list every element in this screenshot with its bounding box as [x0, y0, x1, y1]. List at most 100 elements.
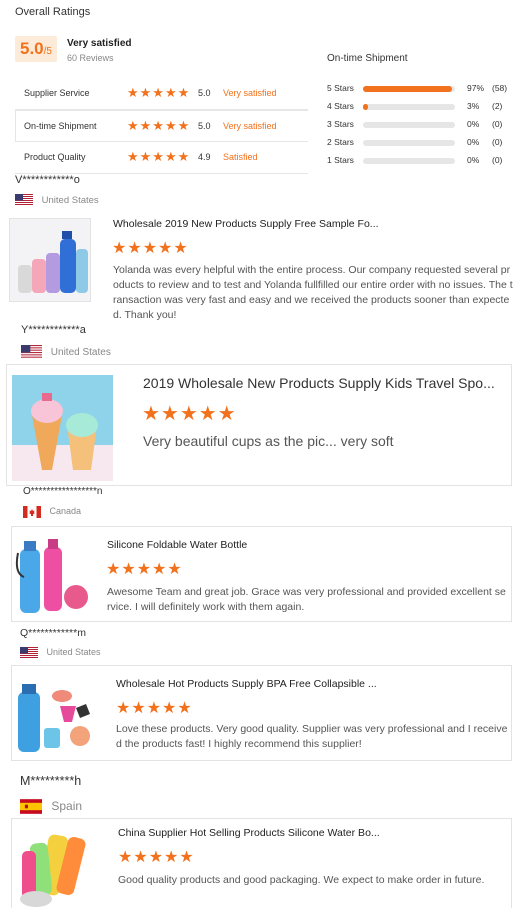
reviewer-country: United States	[15, 194, 99, 206]
shipment-bar	[363, 104, 455, 110]
rating-stars: ★★★★★	[127, 118, 191, 133]
shipment-bar	[363, 86, 455, 92]
shipment-breakdown: 5 Stars 97% (58) 4 Stars 3% (2) 3 Stars …	[327, 83, 517, 173]
rating-label: Satisfied	[223, 152, 258, 162]
shipment-row: 1 Stars 0% (0)	[327, 155, 517, 173]
product-title[interactable]: Wholesale Hot Products Supply BPA Free C…	[116, 678, 377, 690]
rating-row-supplier-service: Supplier Service ★★★★★ 5.0 Very satisfie…	[15, 78, 308, 110]
rating-name: On-time Shipment	[24, 121, 97, 131]
review-stars: ★★★★★	[118, 849, 195, 866]
rating-score: 5.0	[198, 121, 211, 131]
rating-table: Supplier Service ★★★★★ 5.0 Very satisfie…	[15, 78, 308, 174]
us-flag-icon	[20, 647, 38, 659]
product-thumbnail[interactable]	[14, 535, 90, 617]
shipment-row-pct: 0%	[467, 155, 480, 165]
score-badge: 5.0/5	[15, 36, 57, 62]
rating-stars: ★★★★★	[127, 149, 191, 164]
product-thumbnail[interactable]	[14, 829, 96, 908]
product-title[interactable]: Silicone Foldable Water Bottle	[107, 539, 247, 551]
reviewer-country: Spain	[20, 799, 83, 815]
reviewer-name: O*****************n	[23, 486, 103, 497]
shipment-bar	[363, 122, 455, 128]
shipment-bar	[363, 158, 455, 164]
review-text: Very beautiful cups as the pic... very s…	[143, 433, 394, 449]
bottle-image-icon	[10, 219, 90, 301]
reviewer-country: United States	[21, 345, 111, 359]
shipment-row-pct: 0%	[467, 137, 480, 147]
shipment-row: 4 Stars 3% (2)	[327, 101, 517, 119]
reviewer-name: M*********h	[20, 774, 82, 788]
shipment-row-pct: 3%	[467, 101, 480, 111]
shipment-bar	[363, 140, 455, 146]
shipment-row-count: (0)	[492, 137, 503, 147]
review-text: Love these products. Very good quality. …	[116, 723, 508, 750]
reviewer-country: Canada	[23, 506, 81, 518]
shipment-row-label: 1 Stars	[327, 155, 354, 165]
review-stars: ★★★★★	[116, 700, 193, 717]
product-thumbnail[interactable]	[9, 218, 91, 302]
rating-score: 5.0	[198, 88, 211, 98]
review-text: Awesome Team and great job. Grace was ve…	[107, 586, 506, 613]
review-card: Wholesale Hot Products Supply BPA Free C…	[11, 665, 512, 761]
shipment-row-count: (58)	[492, 83, 508, 93]
canada-flag-icon	[23, 506, 41, 518]
overall-ratings-heading: Overall Ratings	[15, 6, 91, 18]
shipment-row-count: (0)	[492, 155, 503, 165]
review-stars: ★★★★★	[106, 561, 183, 578]
review-text: Good quality products and good packaging…	[118, 874, 485, 886]
us-flag-icon	[15, 194, 33, 206]
shipment-row-pct: 0%	[467, 119, 480, 129]
review-count: 60 Reviews	[67, 53, 114, 63]
shipment-row-label: 2 Stars	[327, 137, 354, 147]
reviewer-country: United States	[20, 647, 101, 659]
review-stars: ★★★★★	[142, 403, 237, 425]
country-name: United States	[41, 194, 99, 206]
rating-name: Product Quality	[24, 152, 86, 162]
country-name: Spain	[51, 799, 83, 813]
bottle-image-icon	[14, 535, 90, 617]
shipment-row-count: (0)	[492, 119, 503, 129]
bottle-image-icon	[14, 829, 96, 908]
shipment-heading: On-time Shipment	[327, 53, 408, 64]
shipment-row: 2 Stars 0% (0)	[327, 137, 517, 155]
product-thumbnail[interactable]	[14, 678, 94, 756]
rating-label: Very satisfied	[223, 121, 277, 131]
bottle-image-icon	[14, 678, 94, 756]
rating-row-on-time-shipment[interactable]: On-time Shipment ★★★★★ 5.0 Very satisfie…	[15, 110, 308, 142]
reviewer-name: Y************a	[21, 324, 86, 336]
product-title[interactable]: 2019 Wholesale New Products Supply Kids …	[143, 375, 495, 391]
review-card: Silicone Foldable Water Bottle ★★★★★ Awe…	[11, 526, 512, 622]
overall-label: Very satisfied	[67, 38, 132, 49]
product-title[interactable]: China Supplier Hot Selling Products Sili…	[118, 827, 380, 839]
shipment-row-count: (2)	[492, 101, 503, 111]
shipment-row-label: 5 Stars	[327, 83, 354, 93]
product-title[interactable]: Wholesale 2019 New Products Supply Free …	[113, 218, 379, 230]
us-flag-icon	[21, 345, 42, 359]
overall-score: 5.0	[20, 39, 44, 58]
rating-stars: ★★★★★	[127, 85, 191, 100]
shipment-row-pct: 97%	[467, 83, 485, 93]
reviewer-name: Q************m	[20, 627, 86, 639]
rating-row-product-quality: Product Quality ★★★★★ 4.9 Satisfied	[15, 142, 308, 174]
shipment-row: 5 Stars 97% (58)	[327, 83, 517, 101]
review-card: Wholesale 2019 New Products Supply Free …	[7, 208, 513, 322]
overall-score-suffix: /5	[43, 46, 52, 57]
shipment-row: 3 Stars 0% (0)	[327, 119, 517, 137]
bottle-image-icon	[12, 375, 113, 481]
shipment-row-label: 3 Stars	[327, 119, 354, 129]
rating-score: 4.9	[198, 152, 211, 162]
product-thumbnail[interactable]	[12, 375, 113, 481]
rating-name: Supplier Service	[24, 88, 90, 98]
review-card: 2019 Wholesale New Products Supply Kids …	[6, 364, 512, 486]
country-name: United States	[46, 647, 101, 658]
review-text: Yolanda was every helpful with the entir…	[113, 264, 513, 321]
country-name: United States	[50, 346, 111, 358]
rating-label: Very satisfied	[223, 88, 277, 98]
review-stars: ★★★★★	[112, 240, 189, 257]
reviewer-name: V************o	[15, 174, 80, 186]
shipment-bar-fill	[363, 86, 453, 92]
shipment-bar-fill	[363, 104, 368, 110]
review-card: China Supplier Hot Selling Products Sili…	[11, 818, 512, 908]
spain-flag-icon	[20, 799, 42, 815]
country-name: Canada	[49, 506, 82, 517]
